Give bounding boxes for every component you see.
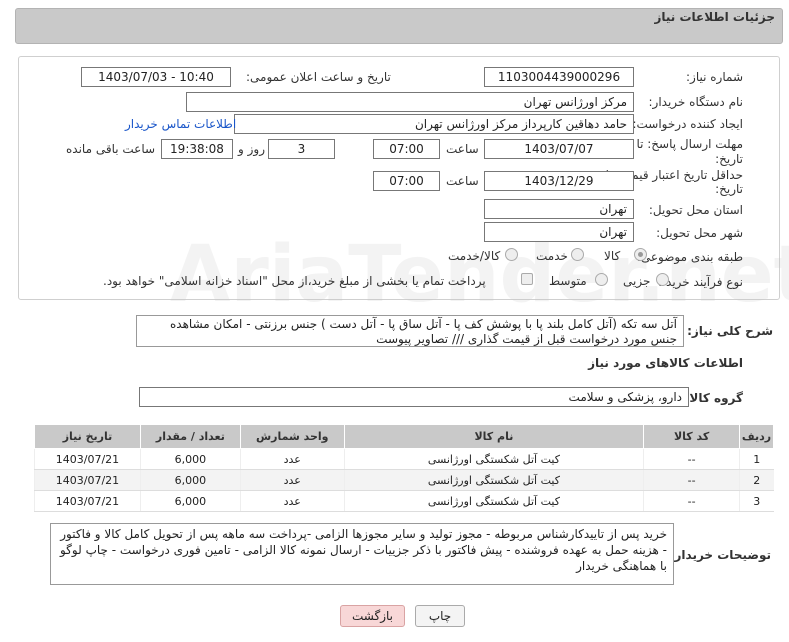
process-minor-label: جزیی: [623, 274, 651, 288]
creator-field[interactable]: حامد دهاقین کارپرداز مرکز اورژانس تهران: [234, 114, 634, 134]
announce-label: تاریخ و ساعت اعلان عمومی:: [246, 70, 391, 84]
process-medium-radio[interactable]: [595, 273, 608, 286]
goods-group-field[interactable]: دارو، پزشکی و سلامت: [139, 387, 689, 407]
category-both-label: کالا/خدمت: [448, 249, 501, 263]
col-row-number: ردیف: [739, 424, 774, 449]
buyer-notes-label: توضیحات خریدار:: [669, 548, 771, 562]
buyer-contact-link[interactable]: اطلاعات تماس خریدار: [125, 117, 236, 131]
goods-table-header: ردیف کد کالا نام کالا واحد شمارش تعداد /…: [34, 424, 774, 449]
city-field[interactable]: تهران: [484, 222, 634, 242]
reply-date-field[interactable]: 1403/07/07: [484, 139, 634, 159]
buyer-org-field[interactable]: مرکز اورژانس تهران: [186, 92, 634, 112]
table-row[interactable]: 1 -- کیت آتل شکستگی اورژانسی عدد 6,000 1…: [34, 448, 774, 470]
reply-deadline-label: مهلت ارسال پاسخ: تا: [636, 137, 743, 151]
cell-unit: عدد: [239, 448, 345, 470]
cell-need-date: 1403/07/21: [34, 490, 141, 512]
validity-time-field[interactable]: 07:00: [373, 171, 440, 191]
cell-item-code: --: [643, 490, 740, 512]
process-minor-radio[interactable]: [656, 273, 669, 286]
cell-quantity: 6,000: [139, 490, 241, 512]
col-need-date: تاریخ نیاز: [34, 424, 141, 449]
goods-section-title: اطلاعات کالاهای مورد نیاز: [588, 356, 743, 370]
cell-item-code: --: [643, 448, 740, 470]
buyer-notes-field[interactable]: خرید پس از تاییدکارشناس مربوطه - مجوز تو…: [50, 523, 674, 585]
category-service-label: خدمت: [536, 249, 568, 263]
cell-unit: عدد: [239, 469, 345, 491]
category-goods-label: کالا: [604, 249, 621, 263]
days-label: روز و: [238, 142, 265, 156]
remaining-time-field[interactable]: 19:38:08: [161, 139, 233, 159]
category-service-radio[interactable]: [571, 248, 584, 261]
reply-time-field[interactable]: 07:00: [373, 139, 440, 159]
reply-time-label: ساعت: [446, 142, 479, 156]
process-medium-label: متوسط: [549, 274, 587, 288]
cell-item-name: کیت آتل شکستگی اورژانسی: [343, 448, 644, 470]
category-goods-radio[interactable]: [634, 248, 647, 261]
announce-field[interactable]: 1403/07/03 - 10:40: [81, 67, 231, 87]
cell-quantity: 6,000: [139, 469, 241, 491]
cell-row-number: 3: [739, 490, 774, 512]
validity-label-2: تاریخ:: [715, 182, 743, 196]
need-number-label: شماره نیاز:: [686, 70, 743, 84]
reply-deadline-label-2: تاریخ:: [715, 152, 743, 166]
page-title: جزئیات اطلاعات نیاز: [654, 10, 775, 24]
table-row[interactable]: 3 -- کیت آتل شکستگی اورژانسی عدد 6,000 1…: [34, 490, 774, 512]
category-label: طبقه بندی موضوعی:: [636, 250, 743, 264]
table-row[interactable]: 2 -- کیت آتل شکستگی اورژانسی عدد 6,000 1…: [34, 469, 774, 491]
days-field[interactable]: 3: [268, 139, 335, 159]
cell-row-number: 1: [739, 448, 774, 470]
cell-row-number: 2: [739, 469, 774, 491]
back-button[interactable]: بازگشت: [340, 605, 405, 627]
cell-need-date: 1403/07/21: [34, 469, 141, 491]
goods-group-label: گروه کالا:: [684, 391, 743, 405]
validity-time-label: ساعت: [446, 174, 479, 188]
city-label: شهر محل تحویل:: [656, 226, 743, 240]
process-label: نوع فرآیند خرید :: [658, 275, 743, 289]
col-quantity: تعداد / مقدار: [139, 424, 241, 449]
cell-unit: عدد: [239, 490, 345, 512]
cell-need-date: 1403/07/21: [34, 448, 141, 470]
treasury-payment-checkbox[interactable]: [521, 273, 533, 285]
description-label: شرح کلی نیاز:: [687, 324, 773, 338]
cell-item-code: --: [643, 469, 740, 491]
treasury-payment-note: پرداخت تمام یا بخشی از مبلغ خرید،از محل …: [103, 274, 486, 288]
description-field[interactable]: آتل سه تکه (آتل کامل بلند پا با پوشش کف …: [136, 315, 684, 347]
cell-item-name: کیت آتل شکستگی اورژانسی: [343, 469, 644, 491]
cell-item-name: کیت آتل شکستگی اورژانسی: [343, 490, 644, 512]
category-both-radio[interactable]: [505, 248, 518, 261]
col-unit: واحد شمارش: [239, 424, 345, 449]
province-field[interactable]: تهران: [484, 199, 634, 219]
remaining-label: ساعت باقی مانده: [66, 142, 156, 156]
creator-label: ایجاد کننده درخواست:: [632, 117, 743, 131]
buyer-org-label: نام دستگاه خریدار:: [648, 95, 744, 109]
province-label: استان محل تحویل:: [648, 203, 743, 217]
col-item-name: نام کالا: [343, 424, 645, 449]
need-number-field[interactable]: 1103004439000296: [484, 67, 634, 87]
col-item-code: کد کالا: [643, 424, 741, 449]
validity-date-field[interactable]: 1403/12/29: [484, 171, 634, 191]
cell-quantity: 6,000: [139, 448, 241, 470]
print-button[interactable]: چاپ: [415, 605, 465, 627]
goods-table: ردیف کد کالا نام کالا واحد شمارش تعداد /…: [34, 424, 774, 512]
